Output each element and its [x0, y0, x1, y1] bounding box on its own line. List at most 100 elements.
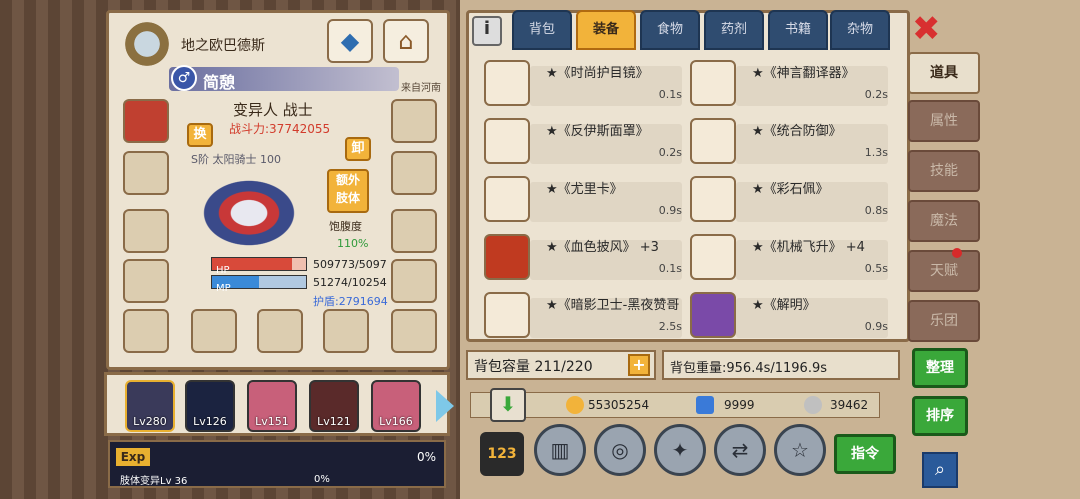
- necklace-slot[interactable]: [123, 151, 169, 195]
- tab-misc[interactable]: 杂物: [830, 10, 890, 50]
- download-icon[interactable]: ⬇: [490, 388, 526, 422]
- orb-slot[interactable]: [391, 209, 437, 253]
- list-item[interactable]: ★《尤里卡》 0.9s: [474, 174, 686, 226]
- pet-slot[interactable]: Lv151: [247, 380, 297, 432]
- diamond-amount: 9999: [724, 398, 755, 412]
- armor-slot[interactable]: [123, 259, 169, 303]
- bag-weight: 背包重量:956.4s/1196.9s: [662, 350, 900, 380]
- list-item[interactable]: ★《统合防御》 1.3s: [680, 116, 892, 168]
- mech-wing-icon: [690, 234, 736, 280]
- close-icon[interactable]: ✖: [912, 12, 941, 46]
- number-sort-icon[interactable]: 123: [480, 432, 524, 476]
- item-weight: 1.3s: [864, 146, 888, 159]
- mp-bar: MP: [211, 275, 307, 294]
- item-weight: 0.1s: [658, 88, 682, 101]
- male-icon: ♂: [171, 65, 197, 91]
- side-tab-talent[interactable]: 天赋: [908, 250, 980, 292]
- item-weight: 2.5s: [658, 320, 682, 333]
- item-name: ★《机械飞升》 +4: [752, 240, 865, 255]
- extra-body-button[interactable]: 额外 肢体: [327, 169, 369, 213]
- goggles-icon: [484, 60, 530, 106]
- star-icon[interactable]: ☆: [774, 424, 826, 476]
- item-weight: 0.8s: [864, 204, 888, 217]
- sort-button[interactable]: 排序: [912, 396, 968, 436]
- tab-backpack[interactable]: 背包: [512, 10, 572, 50]
- pet-row: Lv280 Lv126 Lv151 Lv121 Lv166: [104, 372, 450, 436]
- gauntlet-slot[interactable]: [391, 151, 437, 195]
- book-icon[interactable]: ▥: [534, 424, 586, 476]
- pet-slot[interactable]: Lv121: [309, 380, 359, 432]
- shadow-armor-icon: [484, 292, 530, 338]
- command-button[interactable]: 指令: [834, 434, 896, 474]
- side-tab-magic[interactable]: 魔法: [908, 200, 980, 242]
- side-tab-skills[interactable]: 技能: [908, 150, 980, 192]
- side-tab-attributes[interactable]: 属性: [908, 100, 980, 142]
- item-name: ★《解明》: [752, 298, 816, 313]
- item-name: ★《神言翻译器》: [752, 66, 855, 81]
- organize-button[interactable]: 整理: [912, 348, 968, 388]
- list-item[interactable]: ★《神言翻译器》 0.2s: [680, 58, 892, 110]
- ring-slot[interactable]: [123, 209, 169, 253]
- pet-slot[interactable]: Lv280: [125, 380, 175, 432]
- next-arrow-icon[interactable]: [436, 390, 454, 422]
- diamond-icon: [696, 396, 714, 414]
- list-item[interactable]: ★《彩石佩》 0.8s: [680, 174, 892, 226]
- tab-potion[interactable]: 药剂: [704, 10, 764, 50]
- item-weight: 0.2s: [864, 88, 888, 101]
- list-item[interactable]: ★《反伊斯面罩》 0.2s: [474, 116, 686, 168]
- item-name: ★《暗影卫士-黑夜赞哥: [546, 298, 680, 313]
- dragon-helm-slot[interactable]: [123, 99, 169, 143]
- side-tab-band[interactable]: 乐团: [908, 300, 980, 342]
- gem-amulet-icon: [690, 118, 736, 164]
- search-icon[interactable]: ⌕: [922, 452, 958, 488]
- crystal-icon[interactable]: ◆: [327, 19, 373, 63]
- gold-amount: 55305254: [588, 398, 650, 412]
- swap-button[interactable]: 换: [187, 123, 213, 147]
- hanger-icon[interactable]: ⌂: [383, 19, 429, 63]
- list-item[interactable]: ★《血色披风》 +3 0.1s: [474, 232, 686, 284]
- blade-slot[interactable]: [257, 309, 303, 353]
- satiety-label: 饱腹度: [329, 220, 362, 233]
- compass-icon[interactable]: ✦: [654, 424, 706, 476]
- hero-emblem-icon: [121, 19, 173, 69]
- pet-level: Lv126: [193, 415, 227, 428]
- purple-cloak-icon: [690, 292, 736, 338]
- class-name: 简憩: [203, 73, 236, 92]
- magnify-icon[interactable]: ◎: [594, 424, 646, 476]
- mutation-percent: 0%: [314, 474, 330, 485]
- list-item[interactable]: ★《解明》 0.9s: [680, 290, 892, 342]
- expand-bag-button[interactable]: +: [628, 354, 650, 376]
- list-item[interactable]: ★《机械飞升》 +4 0.5s: [680, 232, 892, 284]
- tab-books[interactable]: 书籍: [768, 10, 828, 50]
- pendant-icon: [484, 176, 530, 222]
- info-icon[interactable]: i: [472, 16, 502, 46]
- hp-bar: HP: [211, 257, 307, 276]
- pet-level: Lv280: [133, 415, 167, 428]
- pet-level: Lv121: [317, 415, 351, 428]
- shield-slot[interactable]: [391, 99, 437, 143]
- exp-label: Exp: [116, 448, 150, 466]
- unequip-button[interactable]: 卸: [345, 137, 371, 161]
- item-name: ★《反伊斯面罩》: [546, 124, 649, 139]
- list-item[interactable]: ★《时尚护目镜》 0.1s: [474, 58, 686, 110]
- pet-slot[interactable]: Lv126: [185, 380, 235, 432]
- dagger-slot[interactable]: [191, 309, 237, 353]
- mp-value: 51274/10254: [313, 276, 387, 289]
- swap-icon[interactable]: ⇄: [714, 424, 766, 476]
- tab-equipment[interactable]: 装备: [576, 10, 636, 50]
- pet-slot[interactable]: Lv166: [371, 380, 421, 432]
- bow-slot[interactable]: [323, 309, 369, 353]
- pet-level: Lv166: [379, 415, 413, 428]
- mp-label: MP: [216, 283, 231, 294]
- tab-food[interactable]: 食物: [640, 10, 700, 50]
- charm-slot[interactable]: [391, 309, 437, 353]
- boots-slot[interactable]: [391, 259, 437, 303]
- notification-dot: [952, 248, 962, 258]
- headset-icon: [690, 60, 736, 106]
- side-tab-items[interactable]: 道具: [908, 52, 980, 94]
- item-weight: 0.9s: [864, 320, 888, 333]
- list-item[interactable]: ★《暗影卫士-黑夜赞哥 2.5s: [474, 290, 686, 342]
- bracelet-slot[interactable]: [123, 309, 169, 353]
- shield-value: 护盾:2791694: [313, 295, 388, 308]
- gold-coin-icon: [566, 396, 584, 414]
